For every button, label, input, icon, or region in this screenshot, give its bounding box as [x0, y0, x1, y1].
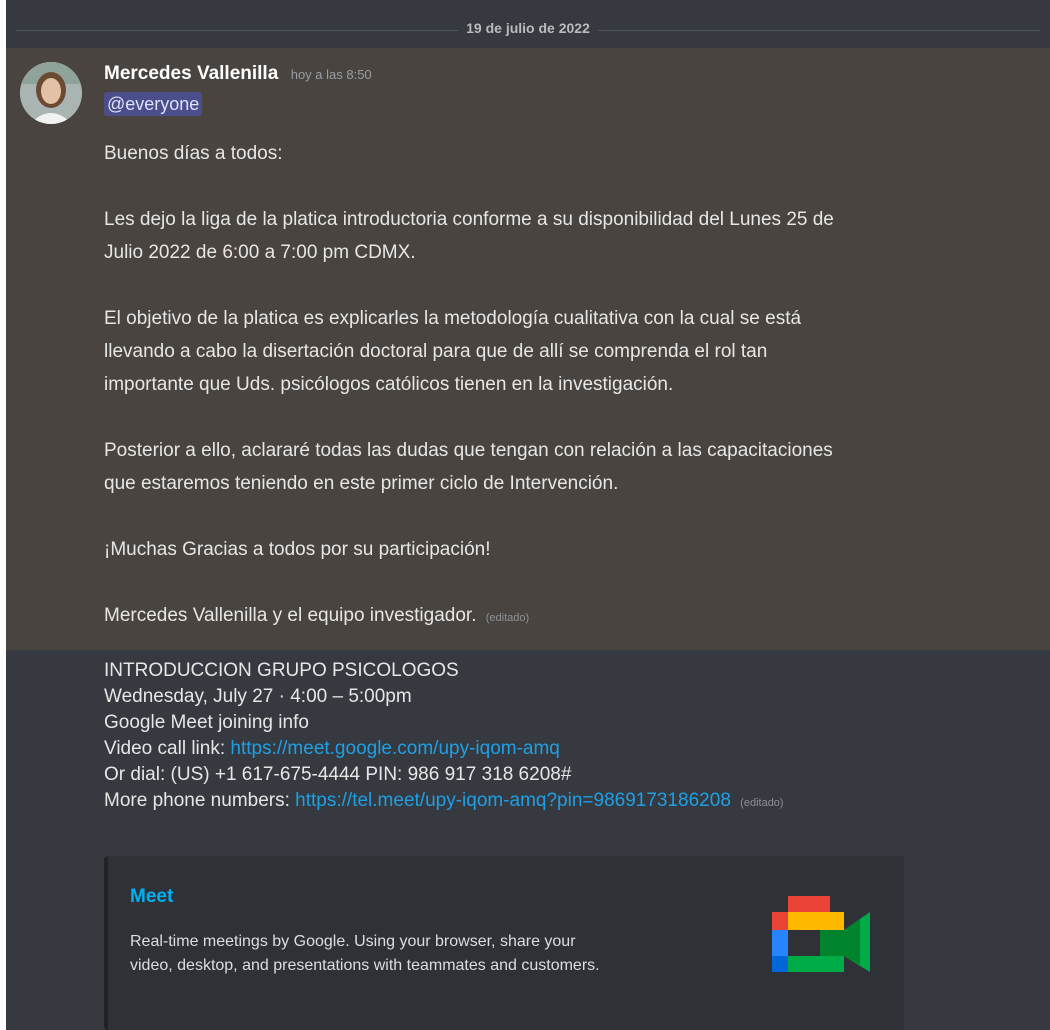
author-name[interactable]: Mercedes Vallenilla	[104, 63, 278, 84]
edited-label: (editado)	[485, 612, 530, 624]
date-divider-label: 19 de julio de 2022	[458, 20, 598, 36]
message: Mercedes Vallenilla hoy a las 8:50 @ever…	[104, 62, 984, 635]
avatar-image	[20, 62, 82, 124]
followup-message: INTRODUCCION GRUPO PSICOLOGOS Wednesday,…	[104, 658, 1004, 816]
message-line: Julio 2022 de 6:00 a 7:00 pm CDMX.	[104, 242, 416, 263]
message-signature: Mercedes Vallenilla y el equipo investig…	[104, 599, 984, 635]
avatar[interactable]	[20, 62, 82, 124]
everyone-mention[interactable]: @everyone	[104, 92, 203, 116]
event-title: INTRODUCCION GRUPO PSICOLOGOS	[104, 660, 459, 681]
link-embed: Meet Real-time meetings by Google. Using…	[104, 856, 904, 1030]
embed-title[interactable]: Meet	[130, 886, 173, 908]
date-divider: 19 de julio de 2022	[6, 14, 1050, 46]
message-line: que estaremos teniendo en este primer ci…	[104, 473, 619, 494]
embed-description-line: video, desktop, and presentations with t…	[130, 957, 600, 974]
message-line: Buenos días a todos:	[104, 143, 283, 164]
message-line: ¡Muchas Gracias a todos por su participa…	[104, 539, 491, 560]
message-paragraph-1: Buenos días a todos:	[104, 137, 984, 170]
message-line: importante que Uds. psicólogos católicos…	[104, 374, 674, 395]
message-timestamp[interactable]: hoy a las 8:50	[291, 67, 372, 82]
meet-info-heading: Google Meet joining info	[104, 712, 309, 733]
phone-numbers-link[interactable]: https://tel.meet/upy-iqom-amq?pin=986917…	[295, 790, 731, 811]
message-header: Mercedes Vallenilla hoy a las 8:50	[104, 62, 984, 86]
message-paragraph-5: ¡Muchas Gracias a todos por su participa…	[104, 533, 984, 566]
embed-description: Real-time meetings by Google. Using your…	[130, 930, 720, 978]
message-line: llevando a cabo la disertación doctoral …	[104, 341, 768, 362]
video-call-line: Video call link: https://meet.google.com…	[104, 736, 1004, 762]
embed-description-line: Real-time meetings by Google. Using your…	[130, 933, 576, 950]
message-paragraph-4: Posterior a ello, aclararé todas las dud…	[104, 434, 984, 500]
google-meet-logo	[772, 896, 870, 972]
chat-panel: 19 de julio de 2022 Mercedes Vallenilla …	[6, 0, 1050, 1030]
video-call-label: Video call link:	[104, 738, 231, 759]
message-line: Les dejo la liga de la platica introduct…	[104, 209, 834, 230]
message-line: El objetivo de la platica es explicarles…	[104, 308, 802, 329]
edited-label: (editado)	[740, 797, 784, 809]
dial-in-line: Or dial: (US) +1 617-675-4444 PIN: 986 9…	[104, 764, 572, 785]
google-meet-icon[interactable]	[760, 894, 880, 990]
event-time: Wednesday, July 27 · 4:00 – 5:00pm	[104, 686, 412, 707]
message-line: Posterior a ello, aclararé todas las dud…	[104, 440, 833, 461]
message-paragraph-2: Les dejo la liga de la platica introduct…	[104, 203, 984, 269]
phone-numbers-label: More phone numbers:	[104, 790, 296, 811]
phone-numbers-line: More phone numbers: https://tel.meet/upy…	[104, 788, 1004, 816]
video-call-link[interactable]: https://meet.google.com/upy-iqom-amq	[230, 738, 560, 759]
message-paragraph-3: El objetivo de la platica es explicarles…	[104, 302, 984, 401]
signature-text: Mercedes Vallenilla y el equipo investig…	[104, 605, 477, 626]
